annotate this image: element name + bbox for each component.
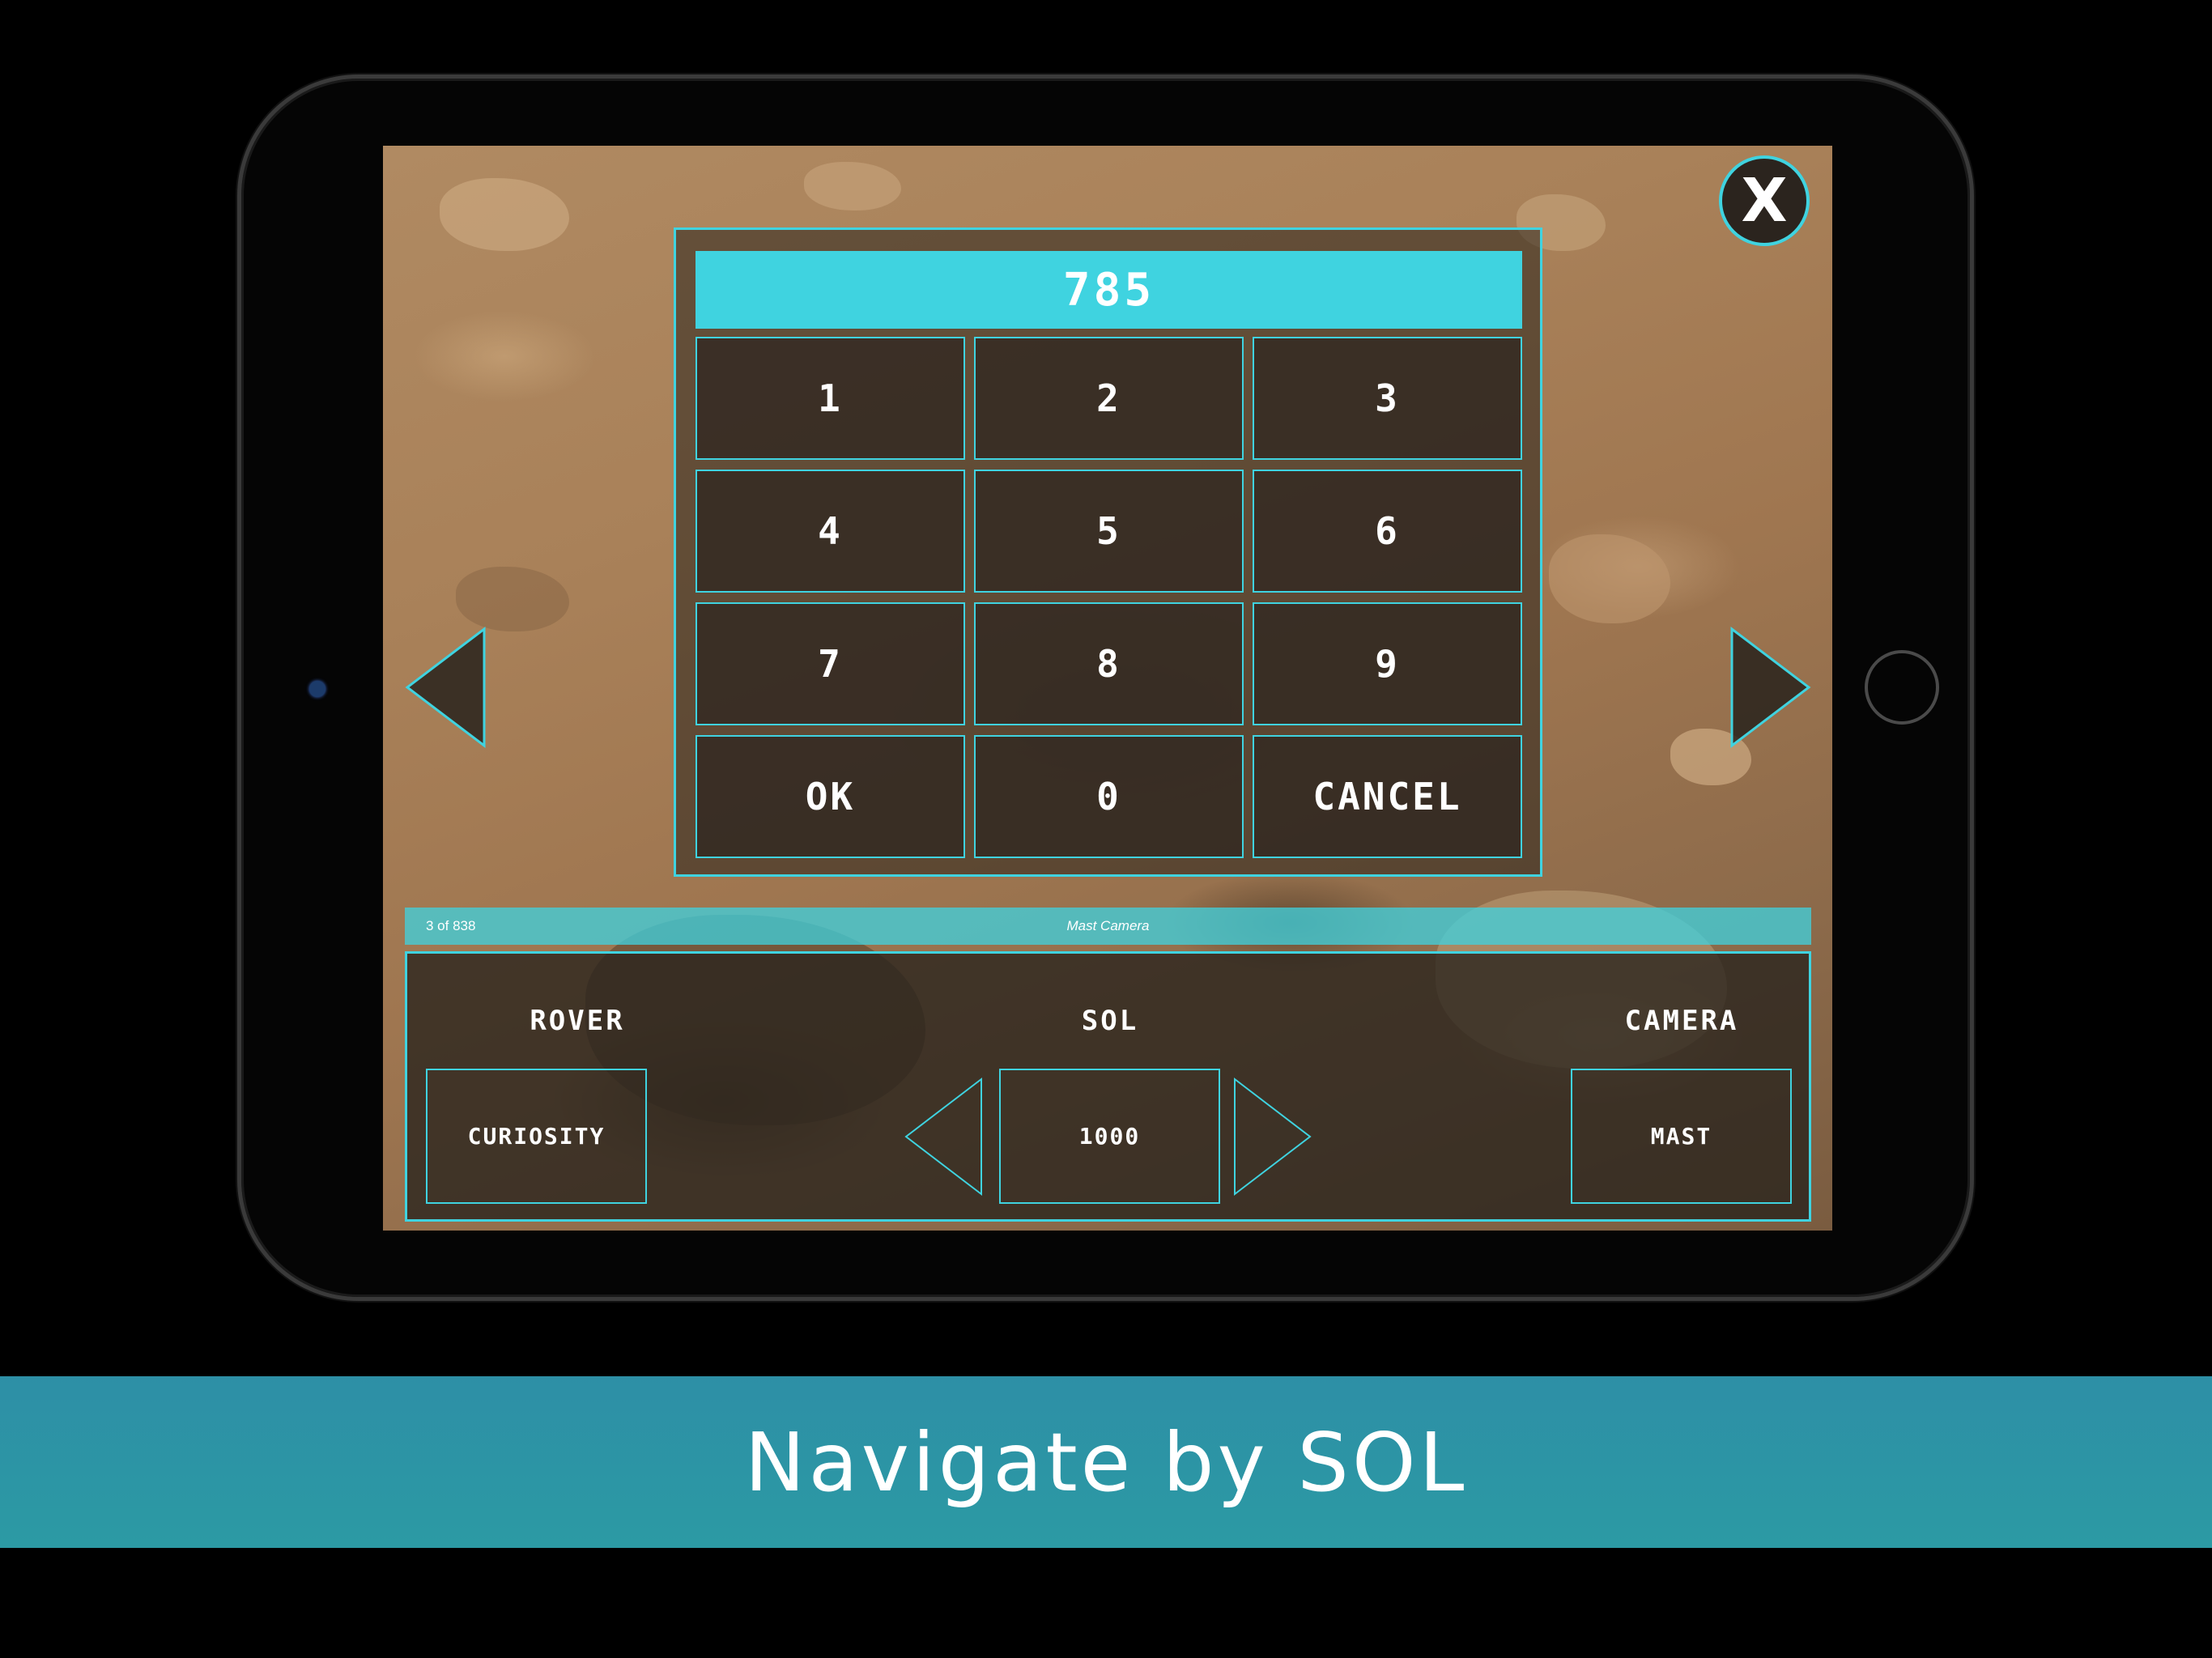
key-2[interactable]: 2 (974, 337, 1244, 460)
close-icon: X (1741, 166, 1788, 236)
camera-label: CAMERA (1624, 1005, 1739, 1037)
rock (456, 567, 569, 631)
key-3[interactable]: 3 (1253, 337, 1522, 460)
sol-increase-arrow-icon (1234, 1077, 1312, 1197)
previous-arrow-icon (405, 627, 486, 748)
key-4[interactable]: 4 (696, 470, 965, 593)
rover-label: ROVER (530, 1005, 625, 1037)
camera-selector[interactable]: MAST (1571, 1069, 1792, 1204)
sol-decrease-button[interactable] (904, 1077, 983, 1197)
key-1[interactable]: 1 (696, 337, 965, 460)
key-6[interactable]: 6 (1253, 470, 1522, 593)
keypad-display: 785 (696, 251, 1522, 329)
photo-info-bar: 3 of 838 Mast Camera (405, 908, 1811, 945)
key-0[interactable]: 0 (974, 735, 1244, 858)
cancel-button[interactable]: CANCEL (1253, 735, 1522, 858)
close-button[interactable]: X (1719, 155, 1810, 246)
rock (1549, 534, 1670, 623)
sol-increase-button[interactable] (1233, 1077, 1312, 1197)
home-button[interactable] (1865, 650, 1939, 725)
ok-button[interactable]: OK (696, 735, 965, 858)
sol-keypad: 785 1 2 3 4 5 6 7 8 9 OK 0 CANCEL (674, 227, 1542, 877)
rover-selector[interactable]: CURIOSITY (426, 1069, 647, 1204)
rock (440, 178, 569, 251)
next-photo-button[interactable] (1730, 627, 1811, 748)
previous-photo-button[interactable] (405, 627, 486, 748)
key-8[interactable]: 8 (974, 602, 1244, 725)
rock (804, 162, 901, 210)
filter-controls-panel: ROVER CURIOSITY SOL 1000 CAMERA MAST (405, 951, 1811, 1222)
front-camera (309, 681, 325, 697)
camera-name: Mast Camera (1066, 918, 1150, 933)
key-5[interactable]: 5 (974, 470, 1244, 593)
key-7[interactable]: 7 (696, 602, 965, 725)
key-9[interactable]: 9 (1253, 602, 1522, 725)
sol-value-field[interactable]: 1000 (999, 1069, 1220, 1204)
feature-caption: Navigate by SOL (0, 1376, 2212, 1548)
sol-label: SOL (1081, 1005, 1139, 1037)
sol-decrease-arrow-icon (904, 1077, 982, 1197)
next-arrow-icon (1730, 627, 1811, 748)
